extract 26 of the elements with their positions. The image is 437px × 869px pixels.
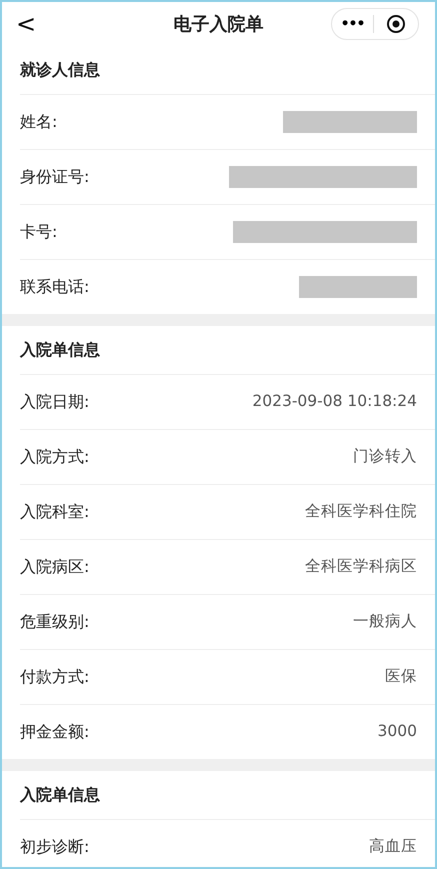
field-label: 付款方式: [20, 666, 90, 688]
field-value: 门诊转入 [353, 446, 417, 468]
field-label: 入院方式: [20, 446, 90, 468]
field-value: 高血压 [369, 836, 417, 858]
section-title: 入院单信息 [18, 339, 101, 361]
field-label: 入院日期: [20, 391, 90, 413]
field-label: 危重级别: [20, 611, 90, 633]
more-button[interactable]: ••• [332, 14, 373, 34]
field-label: 入院科室: [20, 501, 90, 523]
field-label: 入院病区: [20, 556, 90, 578]
field-value: 2023-09-08 10:18:24 [252, 391, 417, 412]
section-title: 就诊人信息 [18, 59, 101, 81]
field-label: 押金金额: [20, 721, 90, 743]
field-label: 初步诊断: [20, 836, 90, 858]
section-title: 入院单信息 [18, 784, 101, 806]
back-button[interactable]: < [10, 12, 42, 36]
field-label: 身份证号: [20, 166, 90, 188]
field-value: 一般病人 [353, 611, 417, 632]
field-value: 医保 [385, 666, 417, 688]
field-value: 全科医学科住院 [305, 501, 417, 522]
field-label: 联系电话: [20, 276, 90, 298]
field-value: 3000 [378, 721, 417, 742]
field-label: 卡号: [20, 221, 58, 243]
field-value: 全科医学科病区 [305, 556, 417, 578]
page-title: 电子入院单 [174, 12, 264, 36]
field-label: 姓名: [20, 111, 58, 133]
